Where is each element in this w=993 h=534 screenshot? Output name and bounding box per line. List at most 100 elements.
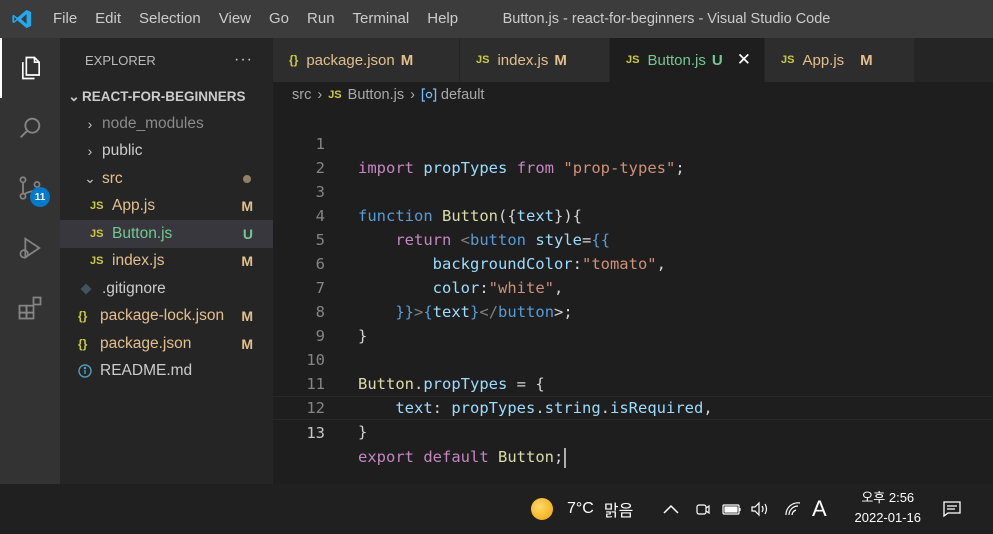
tree-item-app-js[interactable]: JS App.js M <box>60 193 273 221</box>
explorer-title: EXPLORER <box>85 52 156 68</box>
tree-item-index-js[interactable]: JS index.js M <box>60 248 273 276</box>
battery-icon[interactable] <box>722 484 742 534</box>
weather-text: 맑음 <box>603 503 634 520</box>
project-name: REACT-FOR-BEGINNERS <box>82 88 246 104</box>
js-file-icon: JS <box>781 54 795 66</box>
tree-item-label: package-lock.json <box>100 307 225 325</box>
tab-label: App.js <box>802 51 845 69</box>
meet-icon[interactable] <box>694 484 710 534</box>
menu-selection[interactable]: Selection <box>130 0 210 38</box>
tree-item-node-modules[interactable]: › node_modules <box>60 110 273 138</box>
close-icon[interactable]: ✕ <box>737 50 751 70</box>
code-line: 11 text: propTypes.string.isRequired, <box>273 348 993 417</box>
current-code-line: 13 export default Button; <box>273 396 993 468</box>
source-control-icon[interactable]: 11 <box>0 158 60 218</box>
code-line: 4 return <button style={{ <box>273 180 993 249</box>
tree-item-gitignore[interactable]: .gitignore <box>60 275 273 303</box>
clock-time: 오후 2:56 <box>861 490 915 505</box>
git-status-badge: U <box>242 225 253 242</box>
temperature: 7°C <box>567 500 594 517</box>
menu-edit[interactable]: Edit <box>86 0 130 38</box>
search-icon[interactable] <box>0 98 60 158</box>
tree-item-label: Button.js <box>112 224 173 242</box>
windows-taskbar: 7°C 맑음 A 오후 2:56 2022-01-16 <box>0 484 993 534</box>
tree-item-label: App.js <box>112 197 156 215</box>
tab-app-js[interactable]: JS App.js M <box>765 38 915 82</box>
explorer-sidebar: EXPLORER ··· ⌄ REACT-FOR-BEGINNERS › nod… <box>60 38 273 484</box>
input-method-indicator[interactable]: A <box>812 484 827 534</box>
code-line: 10 Button.propTypes = { <box>273 324 993 393</box>
more-actions-button[interactable]: ··· <box>234 51 253 69</box>
git-file-icon <box>80 283 102 295</box>
tab-package-json[interactable]: {} package.json M <box>273 38 460 82</box>
code-line: 9 <box>273 300 993 345</box>
js-file-icon: JS <box>90 227 104 240</box>
tree-item-public[interactable]: › public <box>60 138 273 166</box>
js-file-icon: JS <box>626 54 640 66</box>
run-debug-icon[interactable] <box>0 218 60 278</box>
code-line: 2 <box>273 132 993 177</box>
git-status-badge: M <box>241 335 253 352</box>
tree-item-package-lock-json[interactable]: {} package-lock.json M <box>60 303 273 331</box>
weather-widget[interactable]: 7°C 맑음 <box>531 484 633 534</box>
chevron-down-icon: ⌄ <box>68 87 80 104</box>
breadcrumb-file[interactable]: Button.js <box>348 87 404 103</box>
info-icon <box>78 364 100 378</box>
chevron-right-icon: › <box>410 87 415 103</box>
clock-date: 2022-01-16 <box>854 510 922 525</box>
chevron-right-icon: › <box>87 115 93 132</box>
tab-status: M <box>554 51 567 69</box>
code-line: 7 }}>{text}</button>; <box>273 252 993 321</box>
explorer-header: EXPLORER ··· <box>60 38 273 82</box>
code-line: 12 } <box>273 372 993 441</box>
breadcrumb-folder[interactable]: src <box>292 87 311 103</box>
tree-item-readme-md[interactable]: README.md <box>60 358 273 386</box>
tree-item-label: README.md <box>100 362 193 380</box>
network-icon[interactable] <box>784 484 802 534</box>
menu-run[interactable]: Run <box>298 0 344 38</box>
menu-help[interactable]: Help <box>418 0 467 38</box>
notification-icon[interactable] <box>942 484 962 534</box>
tab-button-js[interactable]: JS Button.js U ✕ <box>610 38 765 82</box>
git-status-badge: M <box>241 253 253 270</box>
chevron-down-icon: ⌄ <box>84 170 96 187</box>
system-clock[interactable]: 오후 2:56 2022-01-16 <box>855 488 922 528</box>
menu-go[interactable]: Go <box>260 0 298 38</box>
tree-item-label: package.json <box>100 334 192 352</box>
menu-terminal[interactable]: Terminal <box>344 0 419 38</box>
tab-index-js[interactable]: JS index.js M <box>460 38 610 82</box>
code-line: 3 function Button({text}){ <box>273 156 993 225</box>
activity-bar: 11 <box>0 38 60 484</box>
symbol-icon <box>421 88 437 102</box>
menu-file[interactable]: File <box>44 0 86 38</box>
explorer-icon[interactable] <box>0 38 60 98</box>
tree-item-src[interactable]: ⌄ src <box>60 165 273 193</box>
editor-tabs: {} package.json M JS index.js M JS Butto… <box>273 38 993 82</box>
project-folder[interactable]: ⌄ REACT-FOR-BEGINNERS <box>60 82 273 110</box>
tab-label: index.js <box>497 51 549 69</box>
js-file-icon: JS <box>328 89 342 101</box>
tree-item-label: src <box>102 169 123 187</box>
title-bar: File Edit Selection View Go Run Terminal… <box>0 0 993 38</box>
js-file-icon: JS <box>90 255 104 268</box>
modified-dot <box>243 174 251 183</box>
tab-status: U <box>711 51 723 69</box>
git-status-badge: M <box>241 198 253 215</box>
tab-status: M <box>400 51 414 69</box>
code-line: 6 color:"white", <box>273 228 993 297</box>
menu-view[interactable]: View <box>210 0 260 38</box>
tab-label: Button.js <box>647 51 706 69</box>
show-hidden-icons-icon[interactable] <box>662 484 680 534</box>
tree-item-label: .gitignore <box>102 279 166 297</box>
extensions-icon[interactable] <box>0 278 60 338</box>
vscode-logo-icon <box>0 0 44 38</box>
sun-icon <box>531 498 553 520</box>
tree-item-button-js[interactable]: JS Button.js U <box>60 220 273 248</box>
breadcrumb-symbol[interactable]: default <box>441 87 485 103</box>
volume-icon[interactable] <box>750 484 770 534</box>
tree-item-package-json[interactable]: {} package.json M <box>60 330 273 358</box>
tab-label: package.json <box>306 51 395 69</box>
json-file-icon: {} <box>289 53 299 67</box>
tab-status: M <box>860 51 873 69</box>
code-editor[interactable]: 1 import propTypes from "prop-types"; 2 … <box>273 108 993 484</box>
